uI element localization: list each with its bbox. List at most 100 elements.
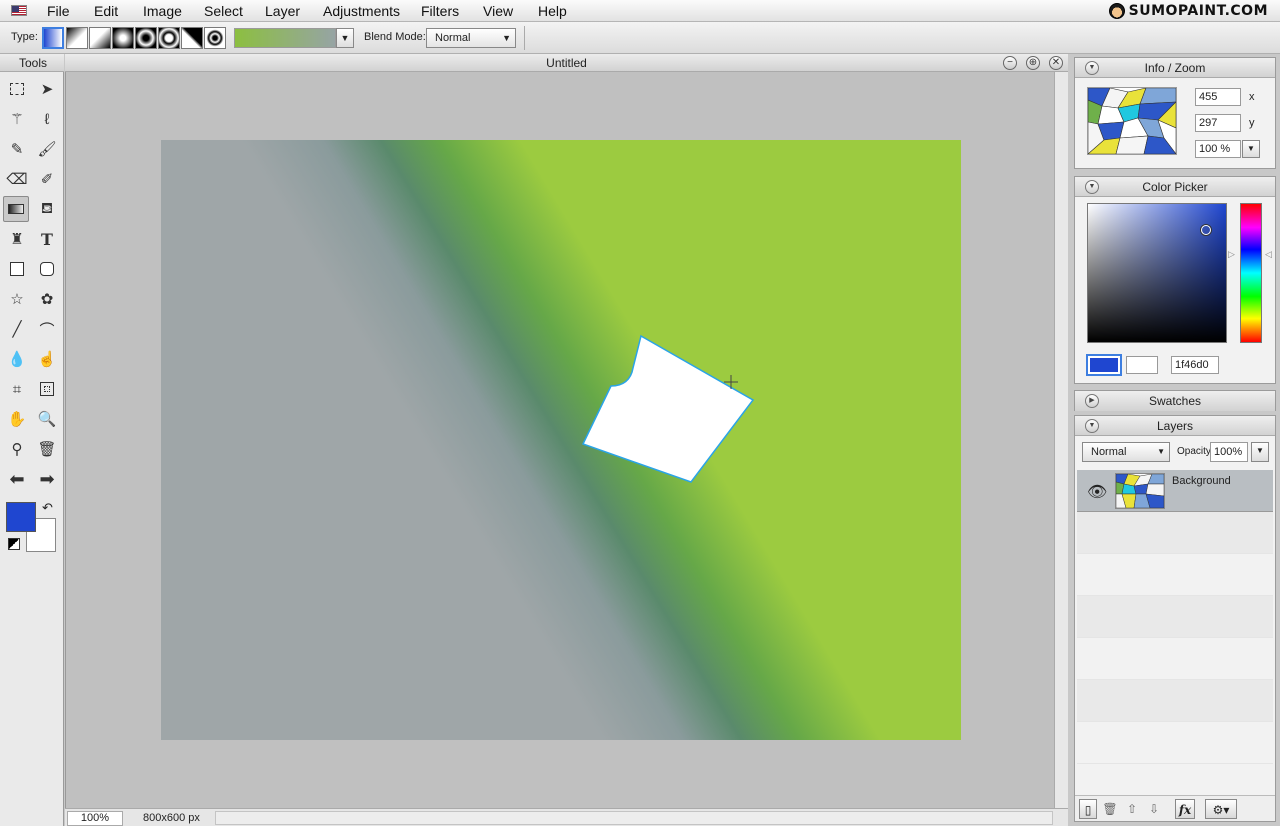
move-layer-down-icon[interactable]: ⇩	[1145, 799, 1163, 819]
zoom-tool[interactable]: 🔍	[34, 406, 60, 432]
color-marker[interactable]	[1201, 225, 1211, 235]
foreground-color-swatch[interactable]	[6, 502, 36, 532]
ring-gradient-icon[interactable]	[158, 27, 180, 49]
magic-wand-tool[interactable]: ⚚	[4, 106, 30, 132]
mosaic-thumbnail	[1115, 473, 1165, 509]
saturation-value-field[interactable]	[1087, 203, 1227, 343]
flower-shape-tool[interactable]: ✿	[34, 286, 60, 312]
hand-tool[interactable]: ✋	[4, 406, 30, 432]
eraser-tool[interactable]: ⌫	[4, 166, 30, 192]
move-tool[interactable]: ➤	[34, 76, 60, 102]
menu-adjustments[interactable]: Adjustments	[323, 2, 400, 20]
dodge-tool[interactable]: ☝	[34, 346, 60, 372]
diagonal-reverse-gradient-icon[interactable]	[89, 27, 111, 49]
document-canvas[interactable]	[161, 140, 961, 740]
smudge-tool[interactable]: ✐	[34, 166, 60, 192]
line-tool[interactable]: ╱	[4, 316, 30, 342]
hex-color-field[interactable]: 1f46d0	[1171, 356, 1219, 374]
expand-icon[interactable]: ▶	[1085, 394, 1099, 408]
x-coordinate-field[interactable]: 455	[1195, 88, 1241, 106]
pencil-tool[interactable]: ✎	[4, 136, 30, 162]
gradient-tool[interactable]	[3, 196, 29, 222]
diagonal-gradient-icon[interactable]	[66, 27, 88, 49]
collapse-icon[interactable]: ▼	[1085, 419, 1099, 433]
brush-tool[interactable]: 🖌	[34, 136, 60, 162]
layers-footer: ▯ 🗑 ⇧ ⇩ fx ⚙▾	[1075, 795, 1275, 821]
curve-tool[interactable]: ⌒	[34, 316, 60, 342]
swap-colors-icon[interactable]: ↶	[42, 500, 53, 516]
layer-name: Background	[1172, 475, 1231, 487]
transform-tool[interactable]	[34, 376, 60, 402]
close-icon[interactable]: ✕	[1049, 56, 1063, 70]
rounded-rectangle-tool[interactable]	[34, 256, 60, 282]
undo-arrow-tool[interactable]: ⬅	[4, 466, 30, 492]
maximize-icon[interactable]: ⊕	[1026, 56, 1040, 70]
layer-item[interactable]: 👁 Background	[1077, 470, 1273, 512]
collapse-icon[interactable]: ▼	[1085, 180, 1099, 194]
picker-foreground-swatch[interactable]	[1086, 354, 1122, 376]
eye-visibility-icon[interactable]: 👁	[1087, 482, 1107, 502]
gradient-preview[interactable]	[234, 28, 336, 48]
menu-filters[interactable]: Filters	[421, 2, 459, 20]
layer-effects-icon[interactable]: fx	[1175, 799, 1195, 819]
move-layer-up-icon[interactable]: ⇧	[1123, 799, 1141, 819]
picker-background-swatch[interactable]	[1126, 356, 1158, 374]
layer-blend-mode-select[interactable]: Normal ▼	[1082, 442, 1170, 462]
menu-file[interactable]: File	[47, 2, 70, 20]
reset-colors-icon[interactable]	[8, 538, 20, 550]
app-logo[interactable]: SUMOPAINT.COM	[1108, 2, 1268, 20]
document-size: 800x600 px	[143, 812, 200, 824]
new-layer-icon[interactable]: ▯	[1079, 799, 1097, 819]
layer-thumbnail	[1115, 473, 1165, 509]
language-flag-icon[interactable]	[11, 5, 27, 16]
redo-arrow-tool[interactable]: ➡	[34, 466, 60, 492]
y-coordinate-field[interactable]: 297	[1195, 114, 1241, 132]
opacity-dropdown-icon[interactable]: ▼	[1251, 442, 1269, 462]
horizontal-scrollbar[interactable]	[215, 811, 1053, 825]
square-gradient-icon[interactable]	[112, 27, 134, 49]
star-tool[interactable]: ☆	[4, 286, 30, 312]
menu-edit[interactable]: Edit	[94, 2, 118, 20]
blur-tool[interactable]: 💧	[4, 346, 30, 372]
menu-view[interactable]: View	[483, 2, 513, 20]
delete-layer-icon[interactable]: 🗑	[1101, 799, 1119, 819]
radial-gradient-icon[interactable]	[135, 27, 157, 49]
fill-bucket-tool[interactable]: ⛾	[34, 196, 60, 222]
sumo-mascot-icon	[1108, 3, 1125, 19]
zoom-percent-field[interactable]: 100 %	[1195, 140, 1241, 158]
clone-stamp-tool[interactable]: ♜	[4, 226, 30, 252]
opacity-field[interactable]: 100%	[1210, 442, 1248, 462]
text-tool[interactable]: T	[34, 226, 60, 252]
angle-gradient-icon[interactable]	[181, 27, 203, 49]
layer-blend-mode-value: Normal	[1091, 446, 1127, 458]
empty-layer-slot	[1077, 554, 1273, 596]
rectangle-tool[interactable]	[4, 256, 30, 282]
rectangle-select-tool[interactable]	[4, 76, 30, 102]
blend-mode-select[interactable]: Normal ▼	[426, 28, 516, 48]
swatches-header[interactable]: ▶ Swatches	[1075, 391, 1275, 411]
menu-help[interactable]: Help	[538, 2, 567, 20]
info-zoom-header: ▼ Info / Zoom	[1075, 58, 1275, 78]
linear-gradient-icon[interactable]	[42, 27, 64, 49]
navigator-thumbnail[interactable]	[1087, 87, 1177, 155]
zoom-field[interactable]: 100%	[67, 811, 123, 826]
hue-slider[interactable]	[1240, 203, 1262, 343]
crop-tool[interactable]: ⌗	[4, 376, 30, 402]
menu-layer[interactable]: Layer	[265, 2, 300, 20]
mosaic-thumbnail	[1087, 87, 1177, 155]
trash-tool[interactable]: 🗑	[34, 436, 60, 462]
vertical-scrollbar[interactable]	[1054, 72, 1068, 808]
eyedropper-tool[interactable]: ⚲	[4, 436, 30, 462]
lasso-tool[interactable]: ℓ	[34, 106, 60, 132]
collapse-icon[interactable]: ▼	[1085, 61, 1099, 75]
zoom-dropdown-icon[interactable]: ▼	[1242, 140, 1260, 158]
canvas-area[interactable]	[65, 72, 1054, 808]
menu-image[interactable]: Image	[143, 2, 182, 20]
gradient-dropdown-button[interactable]: ▼	[336, 28, 354, 48]
minimize-icon[interactable]: −	[1003, 56, 1017, 70]
layers-panel: ▼ Layers Normal ▼ Opacity: 100% ▼ 👁 Back…	[1074, 415, 1276, 822]
spiral-gradient-icon[interactable]	[204, 27, 226, 49]
empty-layer-slot	[1077, 680, 1273, 722]
layer-settings-gear-icon[interactable]: ⚙▾	[1205, 799, 1237, 819]
menu-select[interactable]: Select	[204, 2, 243, 20]
